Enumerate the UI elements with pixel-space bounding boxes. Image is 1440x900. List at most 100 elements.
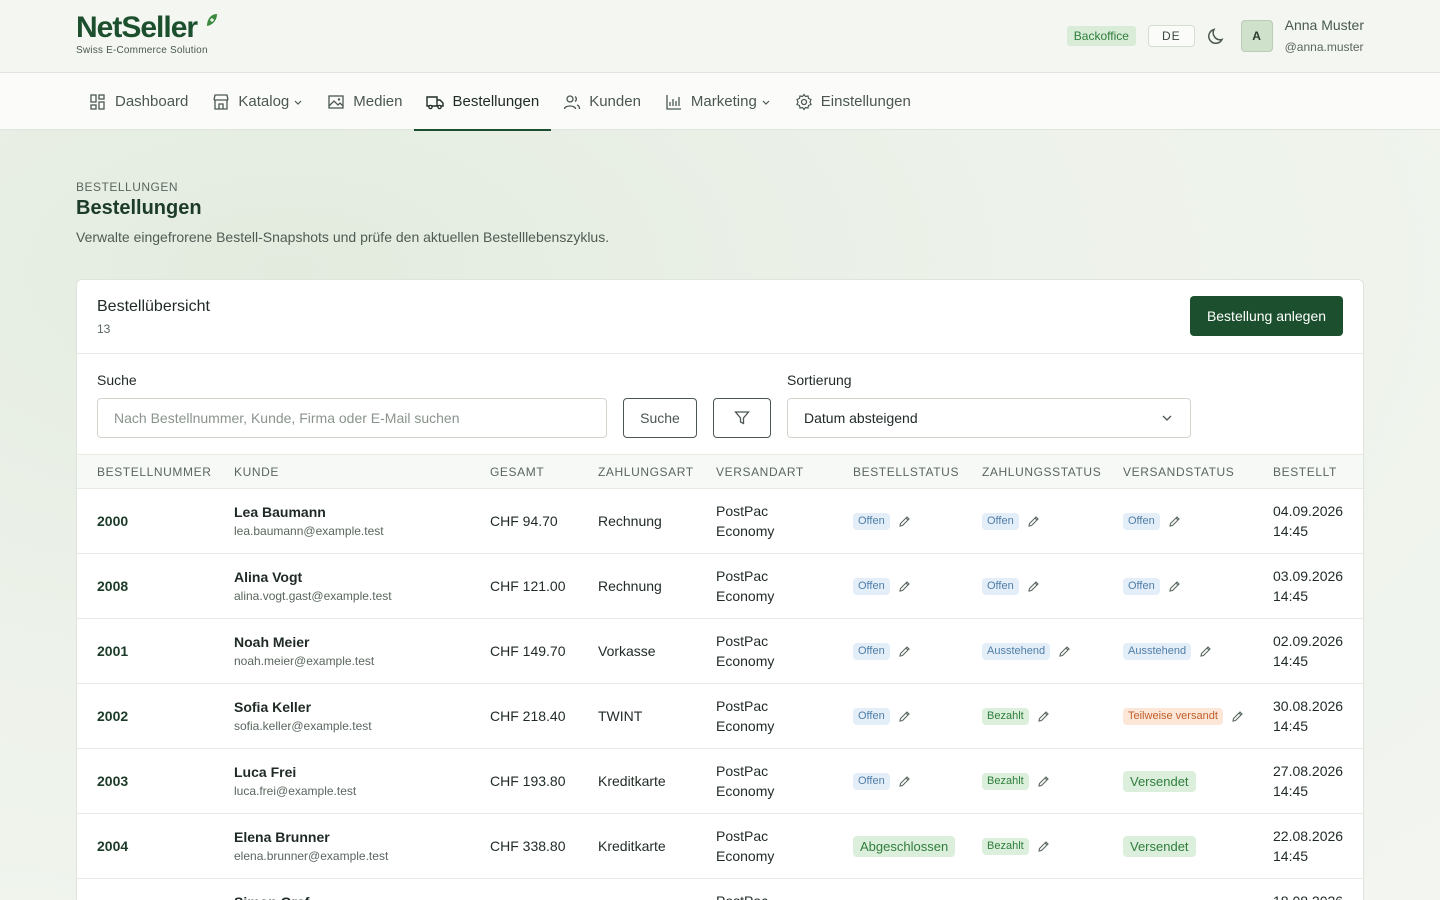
column-header[interactable]: VERSANDSTATUS	[1123, 465, 1234, 479]
table-row[interactable]: 2008 Alina Vogt alina.vogt.gast@example.te…	[77, 554, 1363, 619]
customer-name: Elena Brunner	[234, 829, 330, 845]
nav-einstellungen[interactable]: Einstellungen	[783, 73, 923, 130]
image-icon	[328, 94, 344, 109]
sort-label: Sortierung	[787, 372, 852, 388]
edit-icon[interactable]	[1058, 645, 1071, 658]
table-row[interactable]: 2001 Noah Meier noah.meier@example.test CHF…	[77, 619, 1363, 684]
edit-icon[interactable]	[898, 710, 911, 723]
table-row[interactable]: 2002 Sofia Keller sofia.keller@example.tes…	[77, 684, 1363, 749]
order-total: CHF 121.00	[490, 578, 566, 594]
order-date: 18.08.2026	[1273, 891, 1343, 900]
column-header[interactable]: ZAHLUNGSSTATUS	[982, 465, 1101, 479]
payment-method: TWINT	[598, 708, 643, 724]
shipping-status-badge: Teilweise versandt	[1123, 708, 1223, 725]
column-header[interactable]: KUNDE	[234, 465, 279, 479]
user-info[interactable]: Anna Muster @anna.muster	[1285, 16, 1364, 56]
order-status-badge: Offen	[853, 578, 890, 595]
payment-status-cell: Ausstehend	[982, 643, 1071, 660]
netseller-logo[interactable]: NetSeller Swiss E-Commerce Solution	[76, 12, 236, 58]
table-row[interactable]: 2005Simon GrafPostPac18.08.2026	[77, 879, 1363, 900]
payment-status-cell: Offen	[982, 578, 1040, 595]
table-header: BESTELLNUMMER KUNDE GESAMT ZAHLUNGSART V…	[77, 455, 1363, 489]
payment-method: Kreditkarte	[598, 838, 666, 854]
edit-icon[interactable]	[1199, 645, 1212, 658]
customer-name: Alina Vogt	[234, 569, 303, 585]
search-input[interactable]	[97, 398, 607, 438]
edit-icon[interactable]	[1168, 580, 1181, 593]
shipping-status-cell: Versendet	[1123, 836, 1196, 857]
truck-icon	[426, 95, 445, 109]
order-number[interactable]: 2003	[97, 773, 128, 789]
shipping-status-badge: Ausstehend	[1123, 643, 1192, 660]
date-line: 04.09.2026	[1273, 503, 1344, 519]
shipping-line: PostPac	[716, 568, 769, 584]
order-total: CHF 149.70	[490, 643, 566, 659]
search-button[interactable]: Suche	[623, 398, 697, 438]
edit-icon[interactable]	[898, 515, 911, 528]
moon-icon[interactable]	[1207, 26, 1227, 46]
column-header[interactable]: BESTELLSTATUS	[853, 465, 959, 479]
time-line: 14:45	[1273, 783, 1309, 799]
shipping-line: Economy	[716, 523, 775, 539]
nav-dashboard[interactable]: Dashboard	[77, 73, 200, 130]
nav-medien[interactable]: Medien	[315, 73, 414, 130]
chevron-down-icon	[1162, 415, 1172, 421]
order-number[interactable]: 2002	[97, 708, 128, 724]
time-line: 14:45	[1273, 588, 1309, 604]
table-row[interactable]: 2000 Lea Baumann lea.baumann@example.test C…	[77, 489, 1363, 554]
create-order-button[interactable]: Bestellung anlegen	[1190, 296, 1343, 336]
order-date: 27.08.2026 14:45	[1273, 761, 1343, 801]
column-header[interactable]: ZAHLUNGSART	[598, 465, 694, 479]
shipping-status-badge: Versendet	[1123, 771, 1196, 792]
edit-icon[interactable]	[1037, 710, 1050, 723]
column-header[interactable]: GESAMT	[490, 465, 544, 479]
order-count: 13	[97, 322, 111, 336]
edit-icon[interactable]	[1231, 710, 1244, 723]
page-title: Bestellungen	[76, 197, 202, 219]
shipping-status-badge: Offen	[1123, 578, 1160, 595]
nav-bestellungen[interactable]: Bestellungen	[414, 73, 551, 131]
order-number[interactable]: 2008	[97, 578, 128, 594]
order-status-badge: Offen	[853, 643, 890, 660]
payment-method: Kreditkarte	[598, 773, 666, 789]
shipping-method: PostPac Economy	[716, 826, 826, 866]
language-switch[interactable]: DE	[1147, 25, 1195, 47]
date-line: 27.08.2026	[1273, 763, 1344, 779]
nav-marketing[interactable]: Marketing	[653, 73, 783, 130]
order-number[interactable]: 2000	[97, 513, 128, 529]
edit-icon[interactable]	[1168, 515, 1181, 528]
nav-kunden[interactable]: Kunden	[551, 73, 653, 130]
filter-button[interactable]	[713, 398, 771, 438]
table-row[interactable]: 2003 Luca Frei luca.frei@example.test CHF 1…	[77, 749, 1363, 814]
shipping-line: PostPac	[716, 633, 769, 649]
edit-icon[interactable]	[1037, 775, 1050, 788]
order-number[interactable]: 2001	[97, 643, 128, 659]
edit-icon[interactable]	[1027, 580, 1040, 593]
date-line: 18.08.2026	[1273, 893, 1343, 900]
customer-name: Sofia Keller	[234, 699, 312, 715]
avatar[interactable]: A	[1240, 20, 1273, 52]
customer-email: elena.brunner@example.test	[234, 849, 389, 863]
column-header[interactable]: BESTELLNUMMER	[97, 465, 212, 479]
sort-select[interactable]: Datum absteigend	[787, 398, 1191, 438]
customer-name: Lea Baumann	[234, 504, 326, 520]
table-row[interactable]: 2004 Elena Brunner elena.brunner@example.t…	[77, 814, 1363, 879]
edit-icon[interactable]	[1027, 515, 1040, 528]
gear-icon	[796, 93, 812, 110]
column-header[interactable]: BESTELLT	[1273, 465, 1337, 479]
nav-katalog[interactable]: Katalog	[200, 73, 315, 130]
dashboard-icon	[90, 93, 105, 110]
edit-icon[interactable]	[898, 580, 911, 593]
edit-icon[interactable]	[1037, 840, 1050, 853]
customer-name: Luca Frei	[234, 764, 297, 780]
order-status-cell: Offen	[853, 578, 911, 595]
column-header[interactable]: VERSANDART	[716, 465, 804, 479]
payment-status-cell: Bezahlt	[982, 838, 1050, 855]
shipping-status-badge: Versendet	[1123, 836, 1196, 857]
edit-icon[interactable]	[898, 775, 911, 788]
shipping-status-cell: Versendet	[1123, 771, 1196, 792]
time-line: 14:45	[1273, 653, 1309, 669]
time-line: 14:45	[1273, 848, 1309, 864]
order-number[interactable]: 2004	[97, 838, 128, 854]
edit-icon[interactable]	[898, 645, 911, 658]
